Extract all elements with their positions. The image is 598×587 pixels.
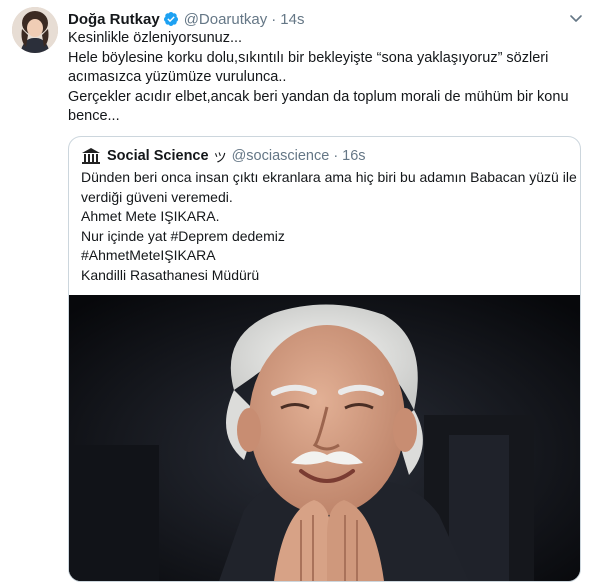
quoted-text-line: verdiği güveni veremedi. bbox=[81, 188, 233, 205]
quoted-author-handle[interactable]: @sociascience bbox=[232, 148, 330, 164]
quoted-author-name[interactable]: Social Science bbox=[107, 148, 209, 164]
tweet-card[interactable]: Doğa Rutkay @Doarutkay · 14s Kesinlikle … bbox=[0, 0, 598, 587]
quoted-tweet-photo[interactable] bbox=[69, 295, 580, 581]
quoted-text-line: Ahmet Mete IŞIKARA. bbox=[81, 208, 220, 224]
quoted-text-line: Kandilli Rasathanesi Müdürü bbox=[81, 266, 260, 283]
tweet-text: Kesinlikle özleniyorsunuz... Hele böyles… bbox=[68, 29, 588, 127]
tweet-header: Doğa Rutkay @Doarutkay · 14s bbox=[68, 9, 304, 29]
quoted-text-line: Dünden beri onca insan çıktı ekranlara a… bbox=[81, 169, 577, 185]
tweet-text-line: Hele böylesine korku dolu,sıkıntılı bir … bbox=[68, 49, 549, 66]
quoted-tweet[interactable]: Social Science ツ @sociascience · 16s Dün… bbox=[68, 136, 581, 582]
quoted-tweet-text: Dünden beri onca insan çıktı ekranlara a… bbox=[81, 168, 577, 285]
name-emoji: ツ bbox=[213, 149, 227, 165]
separator-dot: · bbox=[271, 10, 277, 28]
quoted-text-line: Nur içinde yat #Deprem dedemiz bbox=[81, 227, 285, 244]
chevron-down-icon[interactable] bbox=[568, 10, 584, 26]
author-name[interactable]: Doğa Rutkay bbox=[68, 11, 160, 28]
quoted-author-avatar[interactable] bbox=[81, 146, 101, 166]
quoted-text-line: #AhmetMeteIŞIKARA bbox=[81, 247, 216, 263]
avatar-image bbox=[12, 7, 58, 53]
tweet-text-line: bence... bbox=[68, 108, 120, 124]
photo-elderly-man-smiling bbox=[69, 295, 580, 581]
avatar[interactable] bbox=[12, 7, 58, 53]
author-handle[interactable]: @Doarutkay bbox=[184, 11, 268, 28]
tweet-text-line: Kesinlikle özleniyorsunuz... bbox=[68, 30, 243, 46]
tweet-text-line: acımasızca yüzümüze vurulunca.. bbox=[68, 69, 287, 85]
building-logo-icon bbox=[82, 148, 100, 164]
tweet-timestamp[interactable]: 14s bbox=[280, 11, 304, 28]
quoted-tweet-header: Social Science ツ @sociascience · 16s bbox=[81, 146, 366, 166]
separator-dot: · bbox=[333, 148, 339, 164]
tweet-text-line: Gerçekler acıdır elbet,ancak beri yandan… bbox=[68, 88, 569, 105]
quoted-tweet-timestamp[interactable]: 16s bbox=[342, 148, 365, 164]
verified-badge-icon bbox=[163, 11, 179, 27]
